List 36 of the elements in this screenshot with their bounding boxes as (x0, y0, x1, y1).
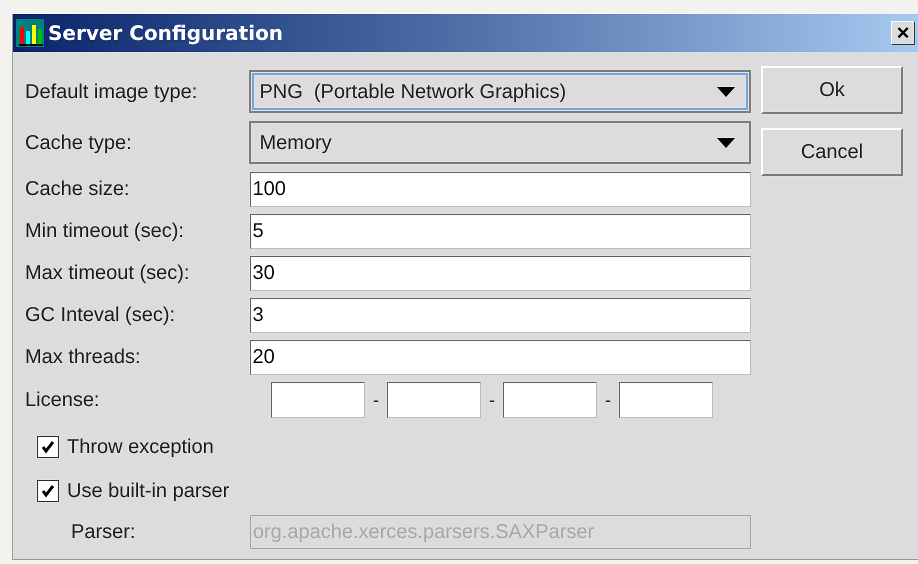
input-field[interactable]: 20 (250, 340, 751, 374)
dialog-button[interactable]: Cancel (761, 128, 903, 176)
checkbox[interactable] (37, 436, 59, 458)
bar-chart-icon (16, 19, 44, 47)
checkbox[interactable] (37, 480, 59, 502)
license-field[interactable] (619, 382, 713, 418)
dropdown-arrow-icon (717, 138, 735, 148)
checkbox-label: Use built-in parser (67, 479, 230, 504)
separator-dash: - (604, 388, 612, 412)
field-label: Cache type: (25, 130, 133, 156)
field-label: Default image type: (25, 80, 198, 104)
dialog-button[interactable]: Ok (761, 66, 903, 114)
separator-dash: - (372, 388, 380, 412)
license-field[interactable] (503, 382, 597, 418)
field-label: Cache size: (25, 177, 130, 202)
input-field[interactable]: 3 (250, 298, 751, 332)
separator-dash: - (488, 388, 496, 412)
check-icon (41, 484, 55, 498)
license-field[interactable] (271, 382, 365, 418)
field-label: Max timeout (sec): (25, 261, 190, 286)
checkbox-label: Throw exception (67, 435, 214, 460)
license-field[interactable] (387, 382, 481, 418)
dropdown[interactable]: PNG (Portable Network Graphics) (249, 70, 751, 113)
input-field[interactable]: 5 (250, 214, 751, 248)
window-title: Server Configuration (48, 20, 284, 47)
check-icon (41, 440, 55, 454)
dropdown[interactable]: Memory (249, 121, 751, 164)
close-button[interactable]: × (891, 21, 915, 45)
field-label: Max threads: (25, 345, 142, 370)
dropdown-arrow-icon (717, 86, 735, 96)
parser-label: Parser: (70, 520, 136, 545)
field-label: GC Inteval (sec): (25, 303, 176, 328)
license-label: License: (25, 388, 100, 413)
input-field[interactable]: 30 (250, 256, 751, 290)
input-field[interactable]: 100 (250, 172, 751, 206)
field-label: Min timeout (sec): (25, 219, 185, 244)
